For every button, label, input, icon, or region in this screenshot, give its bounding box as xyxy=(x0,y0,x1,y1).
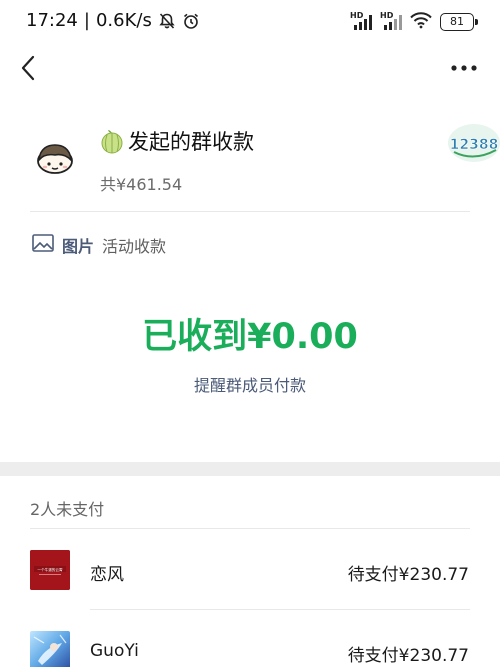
image-label[interactable]: 图片 xyxy=(62,233,94,257)
back-button[interactable] xyxy=(14,54,42,82)
wifi-icon xyxy=(410,11,432,33)
svg-text:一个牛逼的云霄: 一个牛逼的云霄 xyxy=(37,567,63,572)
received-amount: 已收到¥0.00 xyxy=(142,317,358,357)
activity-row[interactable]: 图片 活动收款 xyxy=(32,233,166,257)
svg-text:12388: 12388 xyxy=(450,137,499,153)
list-item[interactable]: GuoYi 待支付¥230.77 xyxy=(0,611,500,667)
list-item[interactable]: 一个牛逼的云霄 恋风 待支付¥230.77 xyxy=(0,530,500,610)
divider xyxy=(30,528,470,529)
hd-label: HD xyxy=(350,11,364,20)
12388-logo-icon: 12388 xyxy=(444,120,500,166)
bell-muted-icon xyxy=(158,12,176,30)
status-right: HD HD 81 xyxy=(350,11,478,33)
unpaid-title: 2人未支付 xyxy=(30,500,105,519)
nav-bar xyxy=(0,44,500,92)
chevron-left-icon xyxy=(21,55,35,81)
more-button[interactable] xyxy=(448,54,480,82)
member-name: GuoYi xyxy=(90,641,139,661)
page-title: 发起的群收款 xyxy=(128,130,254,154)
status-separator: | xyxy=(83,10,90,31)
signal-icon: HD xyxy=(350,11,372,31)
title-row: 发起的群收款 xyxy=(100,126,254,156)
hd-label-2: HD xyxy=(380,11,394,20)
battery-icon: 81 xyxy=(440,13,478,31)
battery-level: 81 xyxy=(450,15,464,28)
melon-icon xyxy=(100,128,124,154)
member-avatar xyxy=(30,631,70,667)
network-speed: 0.6K/s xyxy=(95,10,152,31)
signal-icon-2: HD xyxy=(380,11,402,31)
divider xyxy=(30,211,470,212)
status-left: 17:24 | 0.6K/s xyxy=(26,10,200,31)
avatar[interactable] xyxy=(34,138,76,180)
status-time: 17:24 xyxy=(26,10,78,31)
image-icon xyxy=(32,234,54,256)
more-dots-icon xyxy=(451,65,477,71)
activity-label: 活动收款 xyxy=(102,237,167,256)
remind-members-link[interactable]: 提醒群成员付款 xyxy=(0,372,500,396)
member-status: 待支付¥230.77 xyxy=(347,565,469,585)
member-name: 恋风 xyxy=(90,565,124,585)
alarm-icon xyxy=(182,12,200,30)
member-status: 待支付¥230.77 xyxy=(347,646,469,666)
section-separator xyxy=(0,462,500,476)
status-bar: 17:24 | 0.6K/s HD HD 81 xyxy=(0,0,500,44)
total-amount: 共¥461.54 xyxy=(100,175,183,194)
divider xyxy=(90,609,470,610)
member-avatar: 一个牛逼的云霄 xyxy=(30,550,70,590)
